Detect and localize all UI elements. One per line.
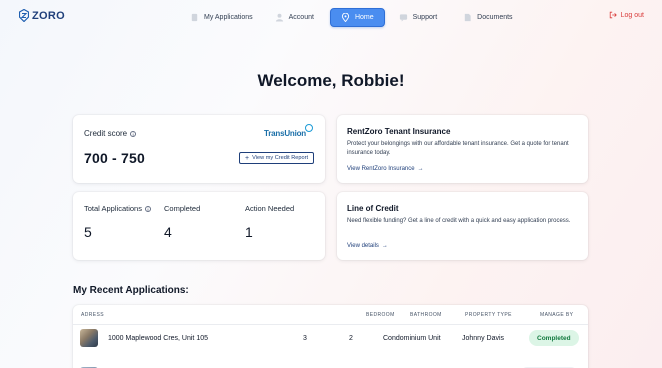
nav-account[interactable]: Account: [269, 9, 320, 27]
credit-score-card: Credit score i 700 - 750 TransUnion + Vi…: [73, 115, 325, 183]
tenant-insurance-card: RentZoro Tenant Insurance Protect your b…: [337, 115, 588, 183]
nav-label: My Applications: [204, 14, 253, 21]
cell-bedroom: 3: [303, 335, 307, 342]
credit-score-value: 700 - 750: [84, 150, 145, 166]
logout-icon: [609, 11, 617, 19]
nav-label: Documents: [477, 14, 513, 21]
column-header-manage-by: MANAGE BY: [540, 312, 574, 318]
nav-label: Home: [354, 14, 374, 21]
recent-applications-table: ADRESS BEDROOM BATHROOM PROPERTY TYPE MA…: [73, 305, 588, 368]
location-pin-icon: [341, 13, 350, 22]
user-icon: [275, 13, 283, 22]
applications-stats-card: Total Applications i 5 Completed 4 Actio…: [73, 192, 325, 260]
arrow-right-icon: →: [381, 243, 388, 249]
button-label: View my Credit Report: [252, 155, 308, 161]
stat-action-label: Action Needed: [245, 204, 295, 213]
credit-score-label: Credit score: [84, 129, 128, 138]
nav-documents[interactable]: Documents: [457, 9, 518, 27]
file-icon: [464, 13, 471, 22]
brand-logo[interactable]: ZORO: [19, 9, 65, 22]
nav-label: Support: [412, 14, 438, 21]
brand-name: ZORO: [32, 9, 65, 22]
link-label: View details: [347, 243, 379, 249]
logout-button[interactable]: Log out: [609, 11, 644, 19]
transunion-logo: TransUnion: [264, 123, 313, 138]
view-credit-report-button[interactable]: + View my Credit Report: [239, 152, 314, 164]
nav-home[interactable]: Home: [329, 8, 385, 27]
insurance-title: RentZoro Tenant Insurance: [347, 127, 451, 136]
chat-icon: [399, 14, 407, 22]
plus-icon: +: [245, 154, 250, 162]
main-nav: My Applications Account Home Support Doc…: [184, 8, 525, 27]
app-window: ZORO My Applications Account Home Suppor…: [0, 0, 662, 368]
transunion-badge-icon: [305, 124, 313, 132]
stat-total-label: Total Applications: [84, 204, 142, 213]
link-label: View RentZoro Insurance: [347, 166, 415, 172]
page-title: Welcome, Robbie!: [257, 71, 405, 90]
property-thumbnail: [80, 329, 98, 347]
transunion-logo-text: TransUnion: [263, 129, 306, 138]
status-badge: Completed: [529, 330, 579, 346]
column-header-bathroom: BATHROOM: [410, 312, 442, 318]
stat-action-value: 1: [245, 224, 253, 240]
nav-support[interactable]: Support: [393, 9, 444, 27]
cell-address: 1000 Maplewood Cres, Unit 105: [108, 335, 209, 342]
cell-bathroom: 2: [349, 335, 353, 342]
stat-total: Total Applications i 5: [84, 204, 151, 240]
info-icon[interactable]: i: [130, 130, 137, 137]
arrow-right-icon: →: [417, 166, 424, 172]
stat-total-label-row: Total Applications i: [84, 204, 151, 213]
stat-completed: Completed 4: [164, 204, 200, 240]
logout-label: Log out: [620, 11, 644, 19]
info-icon[interactable]: i: [144, 205, 151, 212]
view-details-link[interactable]: View details →: [347, 243, 388, 249]
cell-property-type: Condominium Unit: [383, 335, 441, 342]
nav-label: Account: [288, 14, 314, 21]
credit-score-label-row: Credit score i: [84, 129, 137, 138]
stat-completed-label: Completed: [164, 204, 201, 213]
column-header-bedroom: BEDROOM: [366, 312, 395, 318]
column-header-property-type: PROPERTY TYPE: [465, 312, 512, 318]
table-row[interactable]: 1000 Maplewood Cres, Unit 105 3 2 Condom…: [73, 325, 588, 368]
insurance-description: Protect your belongings with our afforda…: [347, 141, 569, 156]
cell-manager: Johnny Davis: [462, 335, 505, 342]
recent-applications-heading: My Recent Applications:: [73, 285, 189, 296]
stat-total-value: 5: [84, 224, 92, 240]
nav-my-applications[interactable]: My Applications: [184, 9, 259, 27]
stat-completed-value: 4: [164, 224, 172, 240]
zoro-logo-icon: [19, 9, 29, 22]
column-header-address: ADRESS: [81, 312, 104, 318]
stat-action-needed: Action Needed 1: [245, 204, 294, 240]
line-of-credit-card: Line of Credit Need flexible funding? Ge…: [337, 192, 588, 260]
document-icon: [191, 13, 198, 22]
line-of-credit-title: Line of Credit: [347, 204, 399, 213]
view-insurance-link[interactable]: View RentZoro Insurance →: [347, 166, 424, 172]
line-of-credit-description: Need flexible funding? Get a line of cre…: [347, 218, 571, 224]
